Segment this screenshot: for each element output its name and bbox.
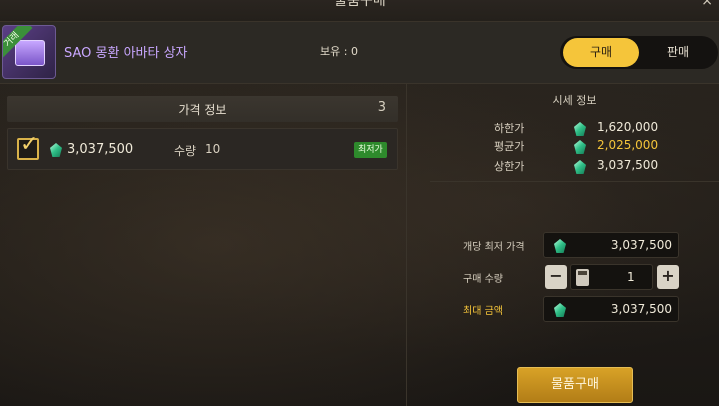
purchase-button[interactable]: 물품구매 — [517, 367, 633, 403]
calculator-icon[interactable] — [576, 269, 589, 286]
row-price: 3,037,500 — [67, 142, 134, 157]
gem-icon — [574, 140, 586, 154]
market-avg-value: 2,025,000 — [597, 138, 659, 152]
price-info-title: 가격 정보 — [178, 103, 227, 117]
market-row-max: 상한가 3,037,500 — [430, 158, 719, 176]
panel-divider — [406, 84, 407, 406]
row-checkbox[interactable]: ✓ — [17, 132, 39, 160]
gem-icon — [50, 143, 62, 157]
purchase-qty-label: 구매 수량 — [463, 274, 503, 285]
item-box-icon: 거래 — [2, 25, 56, 79]
market-avg-label: 평균가 — [494, 140, 525, 153]
max-amount-field: 3,037,500 — [543, 296, 679, 322]
owned-count: 보유 : 0 — [320, 45, 358, 58]
checkmark-icon: ✓ — [20, 132, 39, 157]
price-list-row[interactable]: ✓ 3,037,500 수량 10 최저가 — [7, 128, 398, 170]
item-box-graphic — [15, 40, 45, 66]
market-max-value: 3,037,500 — [597, 158, 659, 172]
buy-tab[interactable]: 구매 — [563, 38, 639, 67]
gem-icon — [574, 160, 586, 174]
market-info-title: 시세 정보 — [552, 94, 597, 107]
market-info-box: 하한가 1,620,000 평균가 2,025,000 상한가 3,037,50… — [430, 108, 719, 182]
unit-min-price-label: 개당 최저 가격 — [463, 242, 525, 253]
price-info-header: 가격 정보 3 — [7, 96, 398, 122]
qty-input[interactable]: 1 — [570, 264, 653, 290]
lowest-price-badge: 최저가 — [354, 142, 387, 158]
unit-min-price-row: 개당 최저 가격 3,037,500 — [455, 232, 719, 258]
max-amount-row: 최대 금액 3,037,500 — [455, 296, 719, 322]
qty-increase-button[interactable]: + — [657, 265, 679, 289]
qty-value: 1 — [627, 270, 635, 284]
purchase-qty-row: 구매 수량 − 1 + — [455, 264, 719, 290]
price-info-count: 3 — [377, 100, 386, 115]
market-row-avg: 평균가 2,025,000 — [430, 138, 719, 156]
max-amount-label: 최대 금액 — [463, 306, 503, 317]
market-max-label: 상한가 — [494, 160, 525, 173]
sell-tab[interactable]: 판매 — [640, 38, 716, 67]
market-min-label: 하한가 — [494, 122, 525, 135]
gem-icon — [554, 303, 566, 317]
window-titlebar: 물품구매 × — [0, 0, 719, 22]
unit-min-price-value: 3,037,500 — [610, 238, 672, 252]
item-name: SAO 몽환 아바타 상자 — [64, 46, 188, 61]
close-icon[interactable]: × — [701, 0, 713, 9]
gem-icon — [574, 122, 586, 136]
row-qty: 10 — [205, 142, 221, 156]
item-header: 거래 SAO 몽환 아바타 상자 보유 : 0 구매 판매 — [0, 22, 719, 84]
max-amount-value: 3,037,500 — [610, 302, 672, 316]
gem-icon — [554, 239, 566, 253]
market-min-value: 1,620,000 — [597, 120, 659, 134]
buy-sell-toggle[interactable]: 구매 판매 — [560, 36, 718, 69]
window-title: 물품구매 — [334, 0, 386, 9]
qty-decrease-button[interactable]: − — [545, 265, 567, 289]
row-qty-label: 수량 — [174, 144, 197, 158]
market-row-min: 하한가 1,620,000 — [430, 120, 719, 138]
unit-min-price-field: 3,037,500 — [543, 232, 679, 258]
